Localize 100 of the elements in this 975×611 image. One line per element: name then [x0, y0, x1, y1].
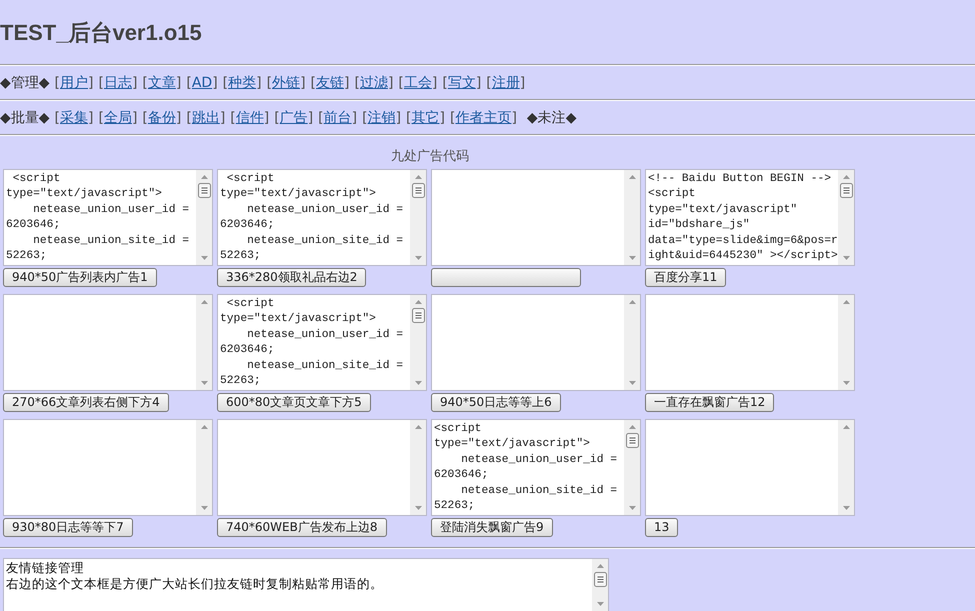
code-textarea[interactable] — [645, 294, 855, 391]
nav-link[interactable]: 写文 — [448, 74, 476, 92]
code-line: type="text/javascript"> — [220, 187, 377, 202]
scrollbar[interactable] — [196, 420, 212, 515]
code-textarea[interactable] — [3, 419, 213, 516]
nav-link[interactable]: 注册 — [492, 74, 520, 92]
save-ad-button[interactable]: 740*60WEB广告发布上边8 — [217, 518, 386, 536]
nav-link[interactable]: 广告 — [280, 108, 308, 126]
code-textarea[interactable]: <script type="text/javascript"> netease_union_user_id = 6203646; netease_union_site_id = 52263; — [217, 169, 427, 266]
save-ad-button[interactable]: 940*50广告列表内广告1 — [3, 268, 157, 286]
up-arrow-icon[interactable] — [628, 300, 636, 304]
up-arrow-icon[interactable] — [200, 300, 208, 304]
save-ad-button[interactable]: 270*66文章列表右侧下方4 — [3, 392, 169, 412]
save-ad-button[interactable]: 336*280领取礼品右边2 — [217, 268, 366, 286]
nav-link[interactable]: 前台 — [324, 108, 352, 126]
scrollbar[interactable] — [624, 295, 640, 390]
up-arrow-icon[interactable] — [842, 175, 850, 179]
scroll-thumb-icon[interactable] — [626, 433, 638, 448]
code-textarea[interactable] — [3, 294, 213, 391]
scroll-thumb-icon[interactable] — [412, 183, 424, 198]
scrollbar[interactable] — [196, 170, 212, 265]
nav-link[interactable]: 信件 — [236, 108, 264, 126]
save-ad-button[interactable] — [431, 268, 581, 286]
scrollbar[interactable] — [410, 420, 426, 515]
down-arrow-icon[interactable] — [628, 506, 636, 510]
up-arrow-icon[interactable] — [200, 175, 208, 179]
save-ad-button[interactable]: 930*80日志等等下7 — [3, 518, 133, 536]
down-arrow-icon[interactable] — [842, 256, 850, 260]
save-ad-button[interactable]: 登陆消失飘窗广告9 — [431, 518, 553, 536]
scrollbar[interactable] — [410, 170, 426, 265]
down-arrow-icon[interactable] — [596, 602, 604, 606]
down-arrow-icon[interactable] — [200, 506, 208, 510]
down-arrow-icon[interactable] — [842, 506, 850, 510]
down-arrow-icon[interactable] — [628, 381, 636, 385]
nav-link[interactable]: 注销 — [368, 108, 396, 126]
nav-link[interactable]: 跳出 — [192, 108, 220, 126]
up-arrow-icon[interactable] — [842, 425, 850, 429]
nav-link[interactable]: 备份 — [148, 108, 176, 126]
links-textarea[interactable]: 友情链接管理 右边的这个文本框是方便广大站长们拉友链时复制粘贴常用语的。 — [3, 558, 609, 611]
scroll-thumb-icon[interactable] — [412, 308, 424, 323]
code-line: 52263; — [434, 499, 476, 514]
code-textarea[interactable]: <script type="text/javascript"> netease_union_user_id = 6203646; netease_union_site_id = 52263; — [3, 169, 213, 266]
down-arrow-icon[interactable] — [628, 256, 636, 260]
scrollbar[interactable] — [838, 420, 854, 515]
nav-link[interactable]: 文章 — [148, 74, 176, 92]
save-ad-button[interactable]: 13 — [645, 518, 678, 536]
bracket-mark: ] — [344, 74, 350, 90]
save-ad-button[interactable]: 600*80文章页文章下方5 — [217, 392, 371, 412]
up-arrow-icon[interactable] — [414, 425, 422, 429]
code-textarea[interactable] — [431, 169, 641, 266]
up-arrow-icon[interactable] — [628, 175, 636, 179]
nav-link[interactable]: 其它 — [412, 108, 440, 126]
save-ad-button[interactable]: 一直存在飘窗广告12 — [645, 392, 774, 412]
scrollbar[interactable] — [624, 170, 640, 265]
nav-link[interactable]: 用户 — [60, 74, 88, 92]
nav-link[interactable]: 外链 — [272, 74, 300, 92]
save-ad-button[interactable]: 百度分享11 — [645, 268, 726, 286]
up-arrow-icon[interactable] — [596, 564, 604, 568]
scrollbar[interactable] — [410, 295, 426, 390]
down-arrow-icon[interactable] — [200, 381, 208, 385]
down-arrow-icon[interactable] — [414, 256, 422, 260]
nav-link[interactable]: 采集 — [60, 108, 88, 126]
nav-link[interactable]: 日志 — [104, 74, 132, 92]
scrollbar[interactable] — [624, 420, 640, 515]
code-line: 6203646; — [434, 468, 490, 484]
nav-link[interactable]: 工会 — [404, 74, 432, 92]
scrollbar[interactable] — [838, 295, 854, 390]
nav-link[interactable]: 作者主页 — [455, 108, 512, 126]
nav-link[interactable]: 全局 — [104, 108, 132, 126]
bracket-mark: ] — [256, 74, 262, 90]
bracket-mark: ] — [520, 74, 526, 90]
up-arrow-icon[interactable] — [414, 175, 422, 179]
save-ad-button[interactable]: 940*50日志等等上6 — [431, 392, 561, 412]
code-line: netease_union_site_id = — [246, 358, 404, 374]
code-textarea[interactable]: <!-- Baidu Button BEGIN --> <script type="text/javascript" id="bdshare_js" data="type=slide&img=6&pos=r ight&uid=6445230" ></script> — [645, 169, 855, 266]
nav-link[interactable]: 种类 — [228, 74, 256, 92]
up-arrow-icon[interactable] — [200, 425, 208, 429]
down-arrow-icon[interactable] — [842, 381, 850, 385]
code-line: netease_union_site_id = — [460, 484, 618, 499]
nav-label: ◆未注◆ — [526, 108, 576, 126]
nav-link[interactable]: 过滤 — [360, 74, 388, 92]
nav-link[interactable]: AD — [192, 74, 212, 90]
code-textarea[interactable]: <script type="text/javascript"> netease_union_user_id = 6203646; netease_union_site_id = 52263; — [217, 294, 427, 391]
down-arrow-icon[interactable] — [200, 256, 208, 260]
scrollbar[interactable] — [838, 170, 854, 265]
up-arrow-icon[interactable] — [628, 425, 636, 429]
code-textarea[interactable] — [645, 419, 855, 516]
code-textarea[interactable] — [431, 294, 641, 391]
code-textarea[interactable] — [217, 419, 427, 516]
up-arrow-icon[interactable] — [414, 300, 422, 304]
nav-link[interactable]: 友链 — [316, 74, 344, 92]
down-arrow-icon[interactable] — [414, 506, 422, 510]
down-arrow-icon[interactable] — [414, 381, 422, 385]
scroll-thumb-icon[interactable] — [594, 572, 606, 587]
scroll-thumb-icon[interactable] — [840, 183, 852, 198]
scrollbar[interactable] — [196, 295, 212, 390]
up-arrow-icon[interactable] — [842, 300, 850, 304]
scroll-thumb-icon[interactable] — [198, 183, 210, 198]
scrollbar[interactable] — [592, 559, 608, 611]
code-textarea[interactable]: <script type="text/javascript"> netease_union_user_id = 6203646; netease_union_site_id = 52263; — [431, 419, 641, 516]
